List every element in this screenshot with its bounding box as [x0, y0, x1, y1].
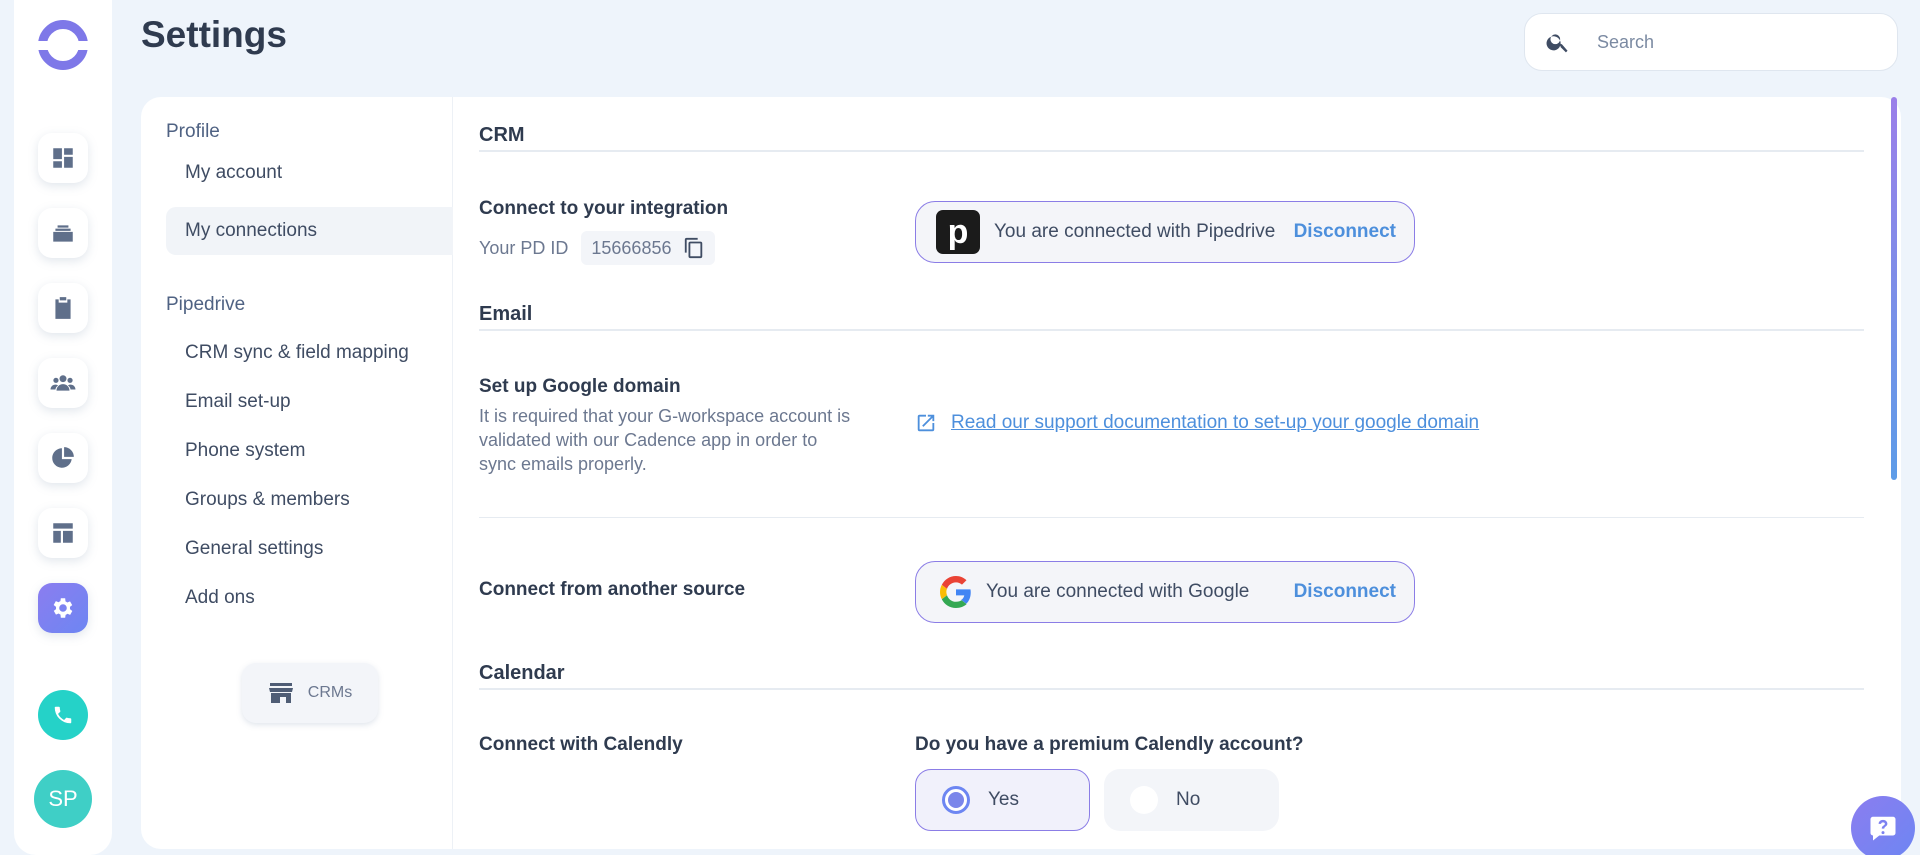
pipedrive-connection-box: p You are connected with Pipedrive Disco… — [915, 201, 1415, 263]
pd-id-value: 15666856 — [591, 237, 672, 258]
calendly-no-option[interactable]: No — [1104, 769, 1279, 831]
content-scrollbar[interactable] — [1891, 97, 1897, 480]
phone-button[interactable] — [38, 690, 88, 740]
pipedrive-disconnect-button[interactable]: Disconnect — [1294, 221, 1396, 243]
subnav-item-general-settings[interactable]: General settings — [166, 525, 453, 573]
crms-button[interactable]: CRMs — [242, 663, 378, 723]
subnav-item-my-account[interactable]: My account — [166, 149, 453, 197]
google-status-text: You are connected with Google — [986, 581, 1250, 602]
dashboard-nav-button[interactable] — [38, 133, 88, 183]
subnav-item-my-connections[interactable]: My connections — [166, 207, 453, 255]
radio-yes[interactable] — [942, 786, 970, 814]
pie-chart-icon — [52, 447, 74, 468]
subnav-item-email-setup[interactable]: Email set-up — [166, 378, 453, 426]
template-icon — [53, 523, 73, 543]
settings-nav-button[interactable] — [38, 583, 88, 633]
help-chat-icon — [1870, 816, 1896, 841]
google-logo-icon — [940, 576, 971, 608]
store-icon — [268, 683, 293, 703]
people-nav-button[interactable] — [38, 358, 88, 408]
radio-no[interactable] — [1130, 786, 1158, 814]
google-connection-box: You are connected with Google Disconnect — [915, 561, 1415, 623]
inbox-stack-icon — [53, 225, 73, 242]
crms-button-label: CRMs — [307, 684, 353, 701]
calendly-no-label: No — [1176, 789, 1201, 810]
calendly-yes-label: Yes — [988, 789, 1019, 810]
connections-content: CRM Connect to your integration Your PD … — [479, 97, 1864, 849]
external-link-icon — [917, 414, 935, 432]
help-chat-button[interactable] — [1851, 796, 1915, 855]
subnav-item-add-ons[interactable]: Add ons — [166, 574, 453, 622]
another-source-label: Connect from another source — [479, 579, 746, 600]
subnav-item-phone-system[interactable]: Phone system — [166, 427, 453, 475]
clipboard-icon — [55, 297, 71, 319]
gear-icon — [53, 598, 73, 618]
premium-calendly-question: Do you have a premium Calendly account? — [915, 734, 1304, 755]
section-heading-calendar: Calendar — [479, 662, 1864, 690]
phone-icon — [54, 706, 72, 724]
search-box[interactable] — [1524, 13, 1898, 71]
copy-icon[interactable] — [683, 236, 705, 260]
subnav-item-crm-sync[interactable]: CRM sync & field mapping — [166, 329, 453, 377]
left-rail: SP — [14, 0, 112, 855]
settings-subnav: Profile My account My connections Pipedr… — [141, 97, 453, 849]
templates-nav-button[interactable] — [38, 508, 88, 558]
google-disconnect-button[interactable]: Disconnect — [1294, 581, 1396, 603]
inbox-nav-button[interactable] — [38, 208, 88, 258]
settings-card: Profile My account My connections Pipedr… — [141, 97, 1901, 849]
google-domain-description: It is required that your G-workspace acc… — [479, 406, 851, 474]
section-heading-crm: CRM — [479, 124, 1864, 152]
search-input[interactable] — [1597, 31, 1877, 53]
tasks-nav-button[interactable] — [38, 283, 88, 333]
section-divider — [479, 517, 1864, 518]
people-icon — [50, 375, 76, 391]
user-avatar[interactable]: SP — [34, 770, 92, 828]
pd-id-label: Your PD ID — [479, 237, 569, 258]
reports-nav-button[interactable] — [38, 433, 88, 483]
subnav-heading-pipedrive: Pipedrive — [166, 294, 246, 315]
calendly-label: Connect with Calendly — [479, 734, 683, 755]
dashboard-icon — [53, 148, 73, 168]
connect-integration-label: Connect to your integration — [479, 198, 729, 219]
google-domain-label: Set up Google domain — [479, 376, 681, 397]
search-icon — [1546, 34, 1568, 53]
support-doc-link[interactable]: Read our support documentation to set-up… — [915, 412, 1479, 434]
subnav-heading-profile: Profile — [166, 121, 220, 142]
pd-id-row: Your PD ID 15666856 — [479, 231, 716, 265]
pipedrive-status-text: You are connected with Pipedrive — [994, 221, 1276, 242]
app-logo[interactable] — [35, 20, 91, 70]
calendly-yes-option[interactable]: Yes — [915, 769, 1090, 831]
page-title: Settings — [141, 14, 287, 55]
pipedrive-logo: p — [936, 210, 980, 254]
pd-id-value-box: 15666856 — [581, 231, 716, 265]
support-doc-link-text[interactable]: Read our support documentation to set-up… — [951, 412, 1479, 434]
section-heading-email: Email — [479, 303, 1864, 331]
subnav-item-groups-members[interactable]: Groups & members — [166, 476, 453, 524]
